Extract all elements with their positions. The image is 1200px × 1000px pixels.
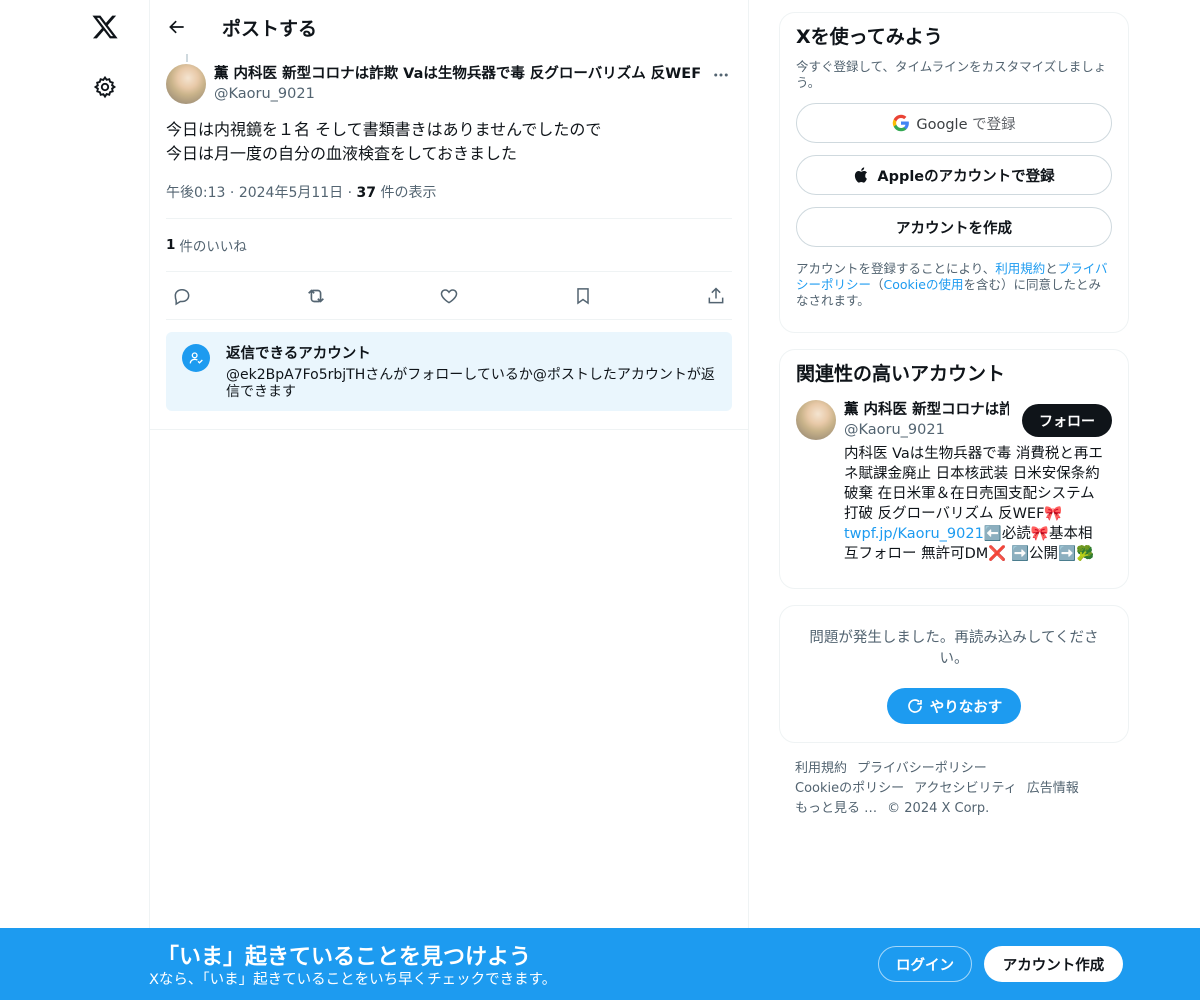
likes-row[interactable]: 1 件のいいね xyxy=(166,219,732,272)
author-name[interactable]: 薫 内科医 新型コロナは詐欺 Vaは生物兵器で毒 反グローバリズム 反WEF xyxy=(214,64,714,84)
refresh-icon xyxy=(906,697,924,715)
apple-icon xyxy=(853,166,871,184)
signup-card-subtitle: 今すぐ登録して、タイムラインをカスタマイズしましょう。 xyxy=(796,59,1107,90)
reply-icon[interactable] xyxy=(170,284,194,308)
avatar[interactable] xyxy=(166,64,206,104)
avatar[interactable] xyxy=(796,400,836,440)
signup-button[interactable]: アカウント作成 xyxy=(984,946,1123,982)
tweet-text-line: 今日は内視鏡を１名 そして書類書きはありませんでしたので xyxy=(166,120,602,139)
apple-signup-button[interactable]: Appleのアカウントで登録 xyxy=(796,155,1112,195)
reply-restriction-notice: 返信できるアカウント @ek2BpA7Fo5rbjTHさんがフォローしているか@… xyxy=(166,332,732,411)
reply-notice-title: 返信できるアカウント xyxy=(226,346,371,362)
create-account-label: アカウントを作成 xyxy=(896,220,1012,237)
bio-text: 内科医 Vaは生物兵器で毒 消費税と再エネ賦課金廃止 日本核武装 日米安保条約破… xyxy=(844,446,1103,522)
likes-label: 件のいいね xyxy=(179,239,247,255)
google-signup-suffix: で登録 xyxy=(972,116,1016,133)
tweet-text: 今日は内視鏡を１名 そして書類書きはありませんでしたので 今日は月一度の自分の血… xyxy=(166,118,732,166)
banner-subtitle: Xなら、「いま」起きていることをいち早くチェックできます。 xyxy=(149,972,557,988)
signup-card: Xを使ってみよう 今すぐ登録して、タイムラインをカスタマイズしましょう。 Goo… xyxy=(779,12,1129,333)
divider xyxy=(150,429,748,430)
retry-button[interactable]: やりなおす xyxy=(887,688,1021,724)
footer-link[interactable]: Cookieのポリシー xyxy=(795,781,904,796)
bookmark-icon[interactable] xyxy=(571,284,595,308)
likes-count: 1 xyxy=(166,237,176,253)
error-message: 問題が発生しました。再読み込みしてください。 xyxy=(809,630,1099,667)
tweet-date[interactable]: 2024年5月11日 xyxy=(239,185,343,201)
reply-notice-desc: @ek2BpA7Fo5rbjTHさんがフォローしているか@ポストしたアカウントが… xyxy=(226,367,715,400)
user-check-icon xyxy=(182,344,210,372)
main-column: ポストする 薫 内科医 新型コロナは詐欺 Vaは生物兵器で毒 反グローバリズム … xyxy=(149,0,749,928)
views-count: 37 xyxy=(356,185,377,201)
follow-button[interactable]: フォロー xyxy=(1022,404,1112,437)
views-label: 件の表示 xyxy=(380,185,437,201)
footer-more-link[interactable]: もっと見る … xyxy=(795,801,877,816)
related-card-title: 関連性の高いアカウント xyxy=(796,363,1006,385)
tweet-author-row: 薫 内科医 新型コロナは詐欺 Vaは生物兵器で毒 反グローバリズム 反WEF @… xyxy=(166,54,732,104)
footer-links: 利用規約 プライバシーポリシー Cookieのポリシー アクセシビリティ 広告情報 も… xyxy=(779,759,1129,819)
page-header: ポストする xyxy=(150,0,748,54)
back-arrow-icon[interactable] xyxy=(166,16,188,38)
copyright: © 2024 X Corp. xyxy=(887,801,990,816)
tweet: 薫 内科医 新型コロナは詐欺 Vaは生物兵器で毒 反グローバリズム 反WEF @… xyxy=(150,54,748,411)
cookie-use-link[interactable]: Cookieの使用 xyxy=(884,277,964,292)
tweet-meta: 午後0:13 · 2024年5月11日 · 37 件の表示 xyxy=(166,182,732,219)
google-signup-label: Google xyxy=(916,116,968,133)
legal-text: （ xyxy=(871,277,884,292)
create-account-button[interactable]: アカウントを作成 xyxy=(796,207,1112,247)
tweet-text-line: 今日は月一度の自分の血液検査をしておきました xyxy=(166,144,518,163)
author-handle[interactable]: @Kaoru_9021 xyxy=(214,84,732,104)
footer-link[interactable]: 広告情報 xyxy=(1027,781,1079,796)
legal-text: と xyxy=(1045,261,1058,276)
apple-signup-label: Appleのアカウントで登録 xyxy=(877,168,1055,185)
related-account-name[interactable]: 薫 内科医 新型コロナは詐欺 Vaは生物兵器で毒 xyxy=(844,400,1009,420)
bio-link[interactable]: twpf.jp/Kaoru_9021 xyxy=(844,526,984,542)
x-logo-icon[interactable] xyxy=(88,10,122,44)
tweet-action-bar xyxy=(166,272,732,320)
page-title: ポストする xyxy=(222,17,318,40)
left-nav xyxy=(0,0,150,1000)
tweet-time[interactable]: 午後0:13 xyxy=(166,185,225,201)
signup-legal-text: アカウントを登録することにより、利用規約とプライバシーポリシー（Cookieの使… xyxy=(796,261,1112,309)
right-sidebar: Xを使ってみよう 今すぐ登録して、タイムラインをカスタマイズしましょう。 Goo… xyxy=(779,12,1129,819)
footer-link[interactable]: アクセシビリティ xyxy=(914,781,1017,796)
related-account-row[interactable]: 薫 内科医 新型コロナは詐欺 Vaは生物兵器で毒 @Kaoru_9021 内科医… xyxy=(796,400,1112,564)
meta-separator: · xyxy=(347,185,357,201)
signup-card-title: Xを使ってみよう xyxy=(796,26,943,48)
gear-icon[interactable] xyxy=(91,73,119,101)
google-icon xyxy=(892,114,910,132)
google-signup-button[interactable]: Google で登録 xyxy=(796,103,1112,143)
related-accounts-card: 関連性の高いアカウント 薫 内科医 新型コロナは詐欺 Vaは生物兵器で毒 @Ka… xyxy=(779,349,1129,589)
footer-link[interactable]: プライバシーポリシー xyxy=(857,761,987,776)
meta-separator: · xyxy=(229,185,239,201)
repost-icon[interactable] xyxy=(304,284,328,308)
terms-link[interactable]: 利用規約 xyxy=(995,261,1045,276)
share-icon[interactable] xyxy=(704,284,728,308)
more-options-icon[interactable] xyxy=(710,64,732,86)
login-button[interactable]: ログイン xyxy=(878,946,972,982)
banner-title: 「いま」起きていることを見つけよう xyxy=(157,945,532,970)
like-heart-icon[interactable] xyxy=(437,284,461,308)
related-account-bio: 内科医 Vaは生物兵器で毒 消費税と再エネ賦課金廃止 日本核武装 日米安保条約破… xyxy=(844,444,1106,564)
footer-link[interactable]: 利用規約 xyxy=(795,761,847,776)
error-card: 問題が発生しました。再読み込みしてください。 やりなおす xyxy=(779,605,1129,743)
legal-text: アカウントを登録することにより、 xyxy=(796,261,996,276)
retry-label: やりなおす xyxy=(929,699,1003,716)
tweet-author: 薫 内科医 新型コロナは詐欺 Vaは生物兵器で毒 反グローバリズム 反WEF @… xyxy=(214,64,732,104)
